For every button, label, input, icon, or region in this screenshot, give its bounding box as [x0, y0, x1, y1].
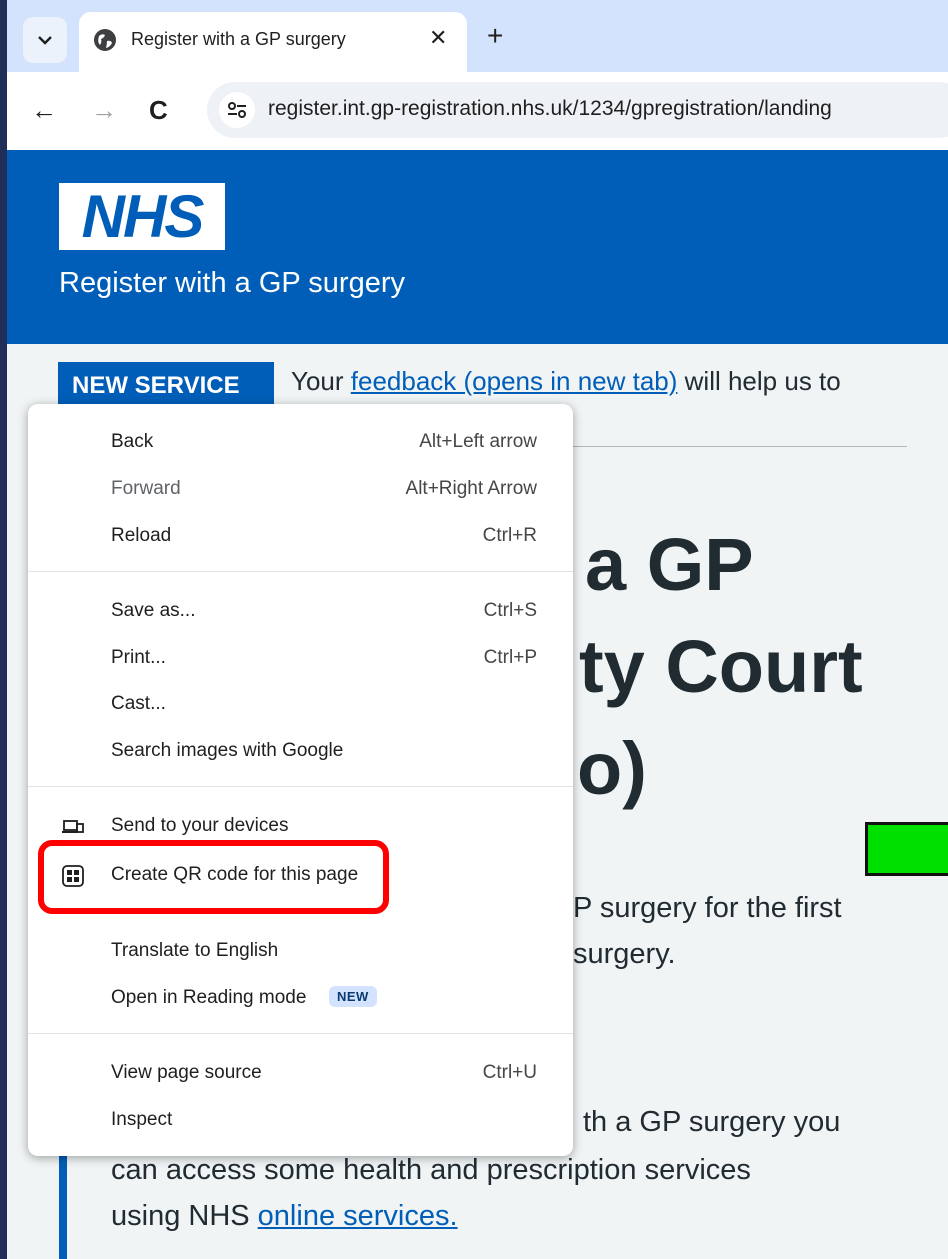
forward-arrow-icon[interactable]: →	[91, 96, 117, 124]
menu-item-reading-mode[interactable]: Open in Reading mode NEW	[28, 978, 573, 1018]
menu-item-shortcut: Ctrl+S	[483, 600, 537, 621]
browser-tab[interactable]: Register with a GP surgery ✕	[79, 12, 467, 72]
menu-item-print[interactable]: Print... Ctrl+P	[28, 638, 573, 678]
new-tab-button[interactable]: +	[487, 22, 503, 50]
tab-strip: Register with a GP surgery ✕ +	[7, 0, 948, 72]
menu-separator	[28, 786, 573, 787]
menu-item-shortcut: Ctrl+P	[483, 647, 537, 668]
site-info-button[interactable]	[219, 92, 255, 128]
close-tab-icon[interactable]: ✕	[429, 25, 447, 51]
menu-item-shortcut: Alt+Right Arrow	[405, 478, 537, 499]
menu-item-label: Forward	[111, 478, 181, 499]
new-badge: NEW	[329, 986, 377, 1007]
context-menu: Back Alt+Left arrow Forward Alt+Right Ar…	[28, 404, 573, 1156]
menu-separator	[28, 571, 573, 572]
chevron-down-icon	[38, 36, 52, 45]
menu-item-label: Send to your devices	[111, 815, 289, 836]
menu-item-label: Save as...	[111, 600, 196, 621]
nhs-logo-text: NHS	[81, 183, 205, 250]
window-edge	[0, 0, 7, 1259]
back-arrow-icon[interactable]: ←	[31, 96, 57, 124]
menu-item-cast[interactable]: Cast...	[28, 684, 573, 724]
menu-item-shortcut: Ctrl+R	[482, 525, 537, 546]
feedback-link[interactable]: feedback (opens in new tab)	[351, 366, 678, 396]
menu-item-back[interactable]: Back Alt+Left arrow	[28, 422, 573, 462]
intro-line-1: P surgery for the first	[573, 892, 842, 924]
reload-icon[interactable]: C	[149, 96, 168, 124]
tab-title: Register with a GP surgery	[131, 29, 346, 49]
globe-icon	[94, 29, 116, 51]
nhs-logo[interactable]: NHS	[59, 183, 225, 250]
banner-prefix: Your	[291, 366, 351, 396]
menu-item-label: Translate to English	[111, 940, 279, 961]
online-services-link[interactable]: online services.	[258, 1200, 458, 1232]
intro-line-2: surgery.	[573, 938, 676, 970]
qr-highlight-box	[38, 840, 389, 914]
menu-item-view-source[interactable]: View page source Ctrl+U	[28, 1053, 573, 1093]
menu-item-label: Print...	[111, 647, 166, 668]
menu-item-shortcut: Ctrl+U	[482, 1062, 537, 1083]
menu-item-save-as[interactable]: Save as... Ctrl+S	[28, 591, 573, 631]
inset-line-2: can access some health and prescription …	[111, 1154, 751, 1186]
screenshot: Register with a GP surgery ✕ + ← → C reg…	[0, 0, 948, 1259]
tune-icon	[228, 102, 246, 118]
menu-item-label: Open in Reading mode	[111, 987, 307, 1008]
menu-item-forward[interactable]: Forward Alt+Right Arrow	[28, 469, 573, 509]
nhs-header: NHS Register with a GP surgery	[7, 150, 948, 344]
inset-line-3: using NHS online services.	[111, 1200, 458, 1233]
menu-item-search-images[interactable]: Search images with Google	[28, 731, 573, 771]
menu-item-label: Cast...	[111, 693, 166, 714]
service-name-link[interactable]: Register with a GP surgery	[59, 267, 405, 300]
banner-suffix: will help us to	[677, 366, 841, 396]
page-title-line-1: a GP	[585, 523, 754, 606]
inset-line-1: th a GP surgery you	[583, 1106, 841, 1138]
browser-toolbar: ← → C register.int.gp-registration.nhs.u…	[7, 72, 948, 150]
page-title-line-3: o)	[577, 727, 647, 810]
devices-icon	[62, 820, 84, 833]
tab-search-button[interactable]	[23, 17, 67, 63]
menu-item-shortcut: Alt+Left arrow	[419, 431, 537, 452]
menu-item-translate[interactable]: Translate to English	[28, 931, 573, 971]
feedback-banner: Your feedback (opens in new tab) will he…	[291, 362, 841, 400]
inset-line-3-prefix: using NHS	[111, 1200, 258, 1232]
page-title-line-2: ty Court	[579, 625, 863, 708]
menu-item-inspect[interactable]: Inspect	[28, 1100, 573, 1140]
menu-separator	[28, 1033, 573, 1034]
menu-item-label: View page source	[111, 1062, 262, 1083]
menu-item-label: Back	[111, 431, 154, 452]
address-bar[interactable]: register.int.gp-registration.nhs.uk/1234…	[207, 82, 948, 138]
menu-item-label: Inspect	[111, 1109, 173, 1130]
menu-item-reload[interactable]: Reload Ctrl+R	[28, 516, 573, 556]
green-block	[865, 822, 948, 876]
menu-item-label: Search images with Google	[111, 740, 344, 761]
url-text[interactable]: register.int.gp-registration.nhs.uk/1234…	[268, 97, 832, 121]
menu-item-label: Reload	[111, 525, 172, 546]
